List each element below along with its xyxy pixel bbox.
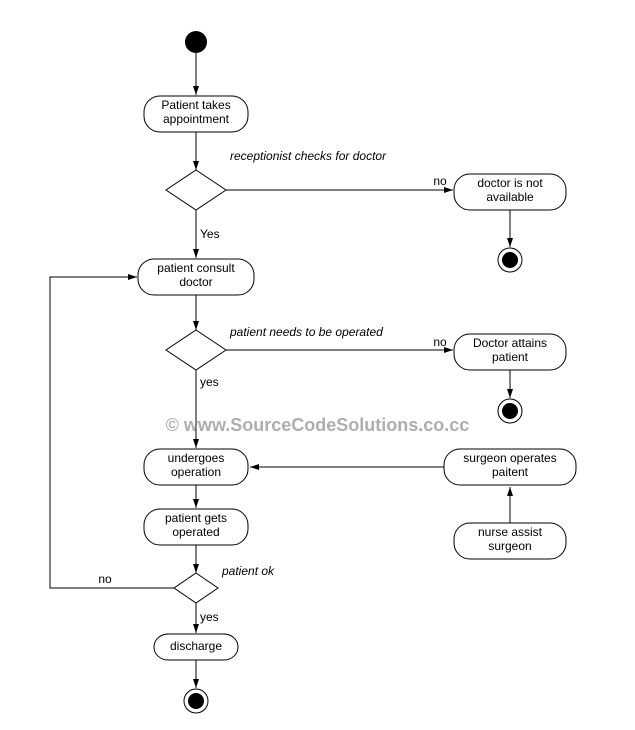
activity-discharge — [154, 634, 238, 660]
activity-undergoes-operation — [144, 449, 248, 485]
activity-patient-consult-doctor — [138, 259, 254, 295]
final-node — [502, 403, 518, 419]
decision-patient-ok — [174, 573, 218, 603]
activity-patient-takes-appointment — [144, 96, 248, 132]
activity-diagram — [0, 0, 635, 730]
activity-doctor-not-available — [454, 174, 566, 210]
activity-doctor-attains-patient — [454, 334, 566, 370]
activity-surgeon-operates — [444, 449, 576, 485]
activity-patient-gets-operated — [144, 509, 248, 545]
decision-receptionist-checks — [166, 170, 226, 210]
final-node — [502, 252, 518, 268]
decision-needs-operated — [166, 330, 226, 370]
final-node — [188, 693, 204, 709]
activity-nurse-assist — [454, 523, 566, 559]
initial-node — [185, 31, 207, 53]
